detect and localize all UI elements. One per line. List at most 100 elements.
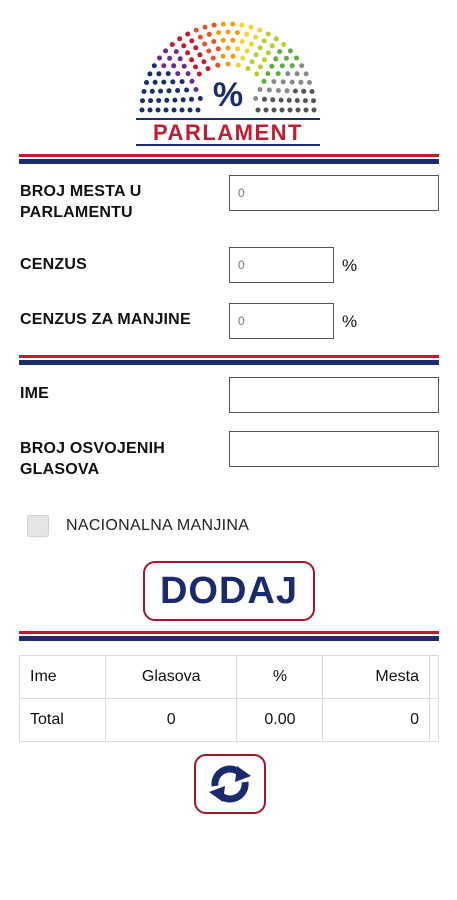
seat-dot [257,27,263,33]
seat-dot [286,97,292,103]
seat-dot [230,21,236,27]
threshold-input[interactable] [229,247,334,283]
seat-dot [269,43,275,49]
party-name-input[interactable] [229,377,439,413]
seat-dot [265,31,271,37]
seat-dot [239,22,245,28]
seat-dot [275,71,281,77]
seat-dot [245,66,251,72]
threshold-label: CENZUS [20,256,87,273]
seat-dot [197,96,203,101]
app-logo: % PARLAMENT [130,10,326,148]
seat-dot [220,21,226,27]
seat-dot [257,87,263,92]
column-header-percent: % [236,655,324,699]
seat-dot [309,89,315,94]
seat-dot [189,96,194,102]
seat-dot [141,89,147,94]
logo-wordmark: PARLAMENT [153,120,303,145]
seats-input[interactable] [229,175,439,211]
seat-dot [206,31,212,37]
seat-dot [220,53,226,59]
seat-dot [210,55,216,61]
seat-dot [225,45,231,51]
seat-dot [294,55,299,61]
seat-dot [284,88,290,94]
table-row-total: Total 0 0.00 0 [19,698,439,742]
total-seats-cell: 0 [322,698,430,742]
seat-dot [285,71,291,77]
add-party-button[interactable]: DODAJ [143,561,315,621]
seat-dot [158,88,164,94]
seat-dot [185,50,191,56]
seat-dot [140,98,145,104]
seat-dot [295,107,301,113]
seat-dot [189,38,195,44]
seat-dot [254,71,260,77]
seat-dot [294,98,300,103]
seat-dot [216,30,222,36]
seat-dot [215,46,221,52]
seat-dot [287,48,293,54]
seat-dot [281,42,287,47]
seat-dot [179,79,185,85]
seat-dot [253,96,259,101]
seat-dot [262,96,267,102]
votes-input[interactable] [229,431,439,467]
seat-dot [271,79,277,85]
minority-checkbox[interactable] [27,515,49,537]
minority-checkbox-label[interactable]: NACIONALNA MANJINA [66,517,249,535]
seat-dot [248,24,254,30]
seat-dot [156,98,162,103]
seat-dot [172,97,178,103]
seat-dot [230,37,236,43]
seat-dot [184,87,190,93]
seat-dot [271,107,277,113]
seat-dot [244,48,250,54]
seat-dot [215,62,221,68]
seat-dot [152,79,158,85]
seat-dot [206,48,212,54]
seat-dot [147,71,153,77]
seat-dot [265,71,271,77]
seat-dot [165,71,171,77]
seat-dot [261,38,267,44]
seat-dot [202,41,208,47]
seat-dot [303,71,309,77]
seat-dot [257,45,263,51]
seat-dot [155,107,161,113]
section-divider [19,631,439,641]
seat-dot [279,107,285,113]
seat-dot [193,45,199,51]
seat-dot [244,31,250,37]
seat-dot [156,71,162,77]
refresh-button[interactable] [194,754,266,814]
seat-dot [220,37,226,43]
seat-dot [163,107,169,113]
seat-dot [193,87,199,92]
seat-dot [258,64,263,70]
seat-dot [164,97,170,103]
minority-checkbox-row[interactable]: NACIONALNA MANJINA [27,515,249,537]
seat-dot [277,49,283,55]
section-divider [19,355,439,365]
seat-dot [163,48,169,54]
seat-dot [175,71,181,77]
column-header-extra [429,655,439,699]
seat-dot [299,63,305,69]
seat-dot [234,30,240,36]
seat-dot [161,79,167,85]
seat-dot [311,98,316,104]
seat-dot [249,59,255,65]
seat-dot [289,79,295,85]
minority-threshold-unit: % [342,312,358,331]
seat-dot [151,63,157,69]
seat-dot [197,52,203,58]
seat-dot [139,107,145,113]
seat-dot [193,27,199,33]
refresh-icon [209,765,251,803]
seat-dot [177,36,183,42]
minority-threshold-input[interactable] [229,303,334,339]
parliament-logo-graphic: % PARLAMENT [136,21,320,146]
seat-dot [255,107,261,113]
